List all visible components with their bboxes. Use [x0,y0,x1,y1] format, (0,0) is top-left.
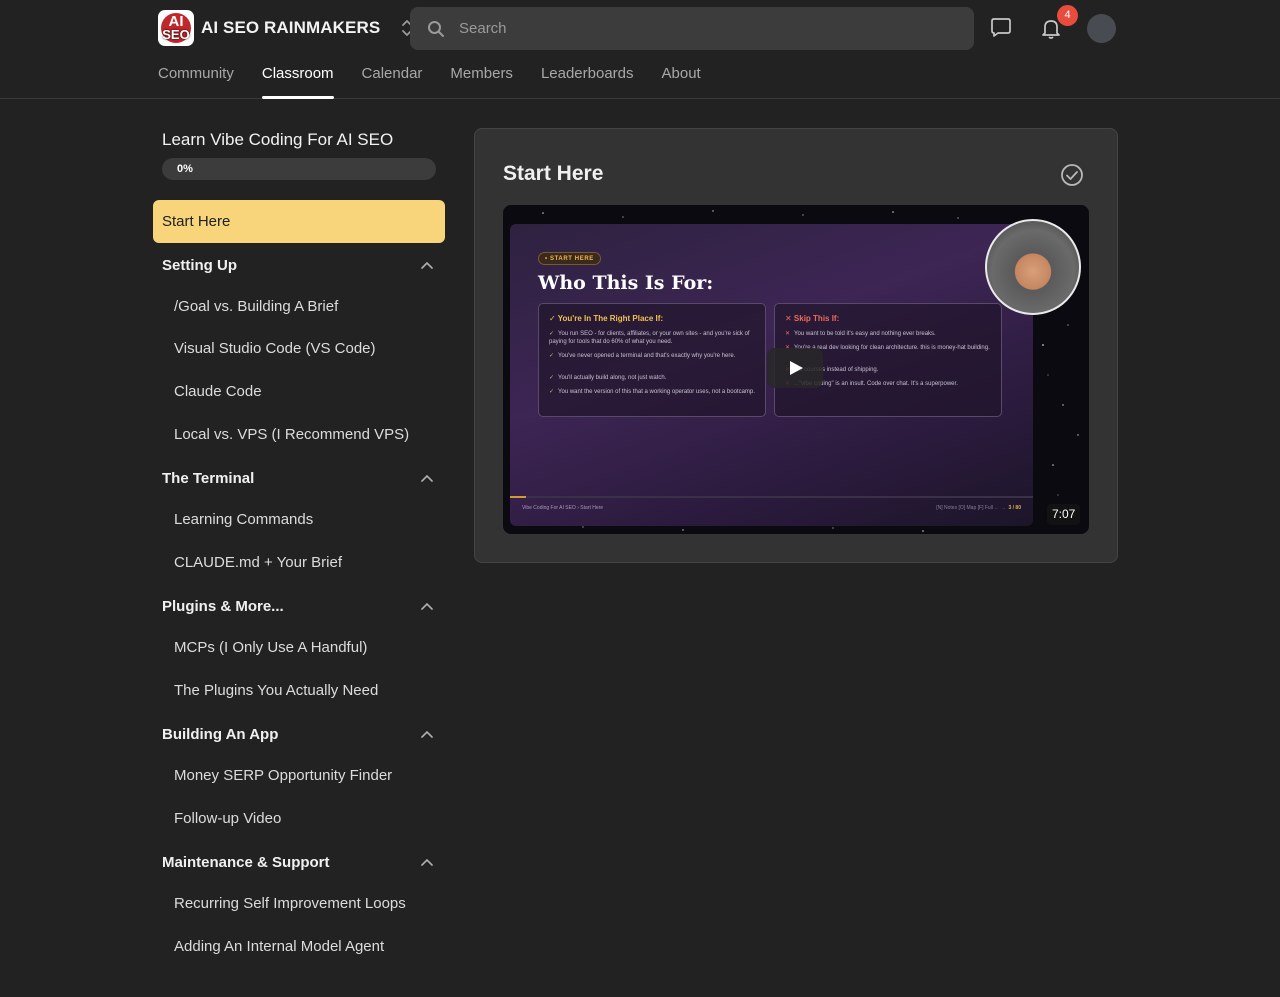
lesson-item[interactable]: Learning Commands [174,509,313,531]
presenter-webcam-bubble [985,219,1081,315]
slide-footer-breadcrumb: Vibe Coding For AI SEO › Start Here [522,505,604,511]
section-header-maintenance[interactable]: Maintenance & Support [162,850,437,874]
lesson-item[interactable]: CLAUDE.md + Your Brief [174,552,342,574]
slide-footer-controls: [N] Notes [O] Map [F] Full ← → 3 / 80 [936,505,1021,511]
tab-leaderboards[interactable]: Leaderboards [541,62,634,99]
slide-progress-track [510,496,1033,498]
slide-section-pill: • START HERE [538,252,601,265]
lesson-item[interactable]: MCPs (I Only Use A Handful) [174,637,367,659]
lesson-item[interactable]: Local vs. VPS (I Recommend VPS) [174,424,409,446]
course-progress-label: 0% [177,163,193,175]
community-name[interactable]: AI SEO RAINMAKERS [201,18,380,38]
section-title: Setting Up [162,256,237,274]
lesson-card: Start Here • START HERE Who This Is For:… [474,128,1118,563]
slide-box-title: ✕ Skip This If: [785,314,840,323]
video-duration: 7:07 [1047,504,1081,525]
logo-text-bottom: SEO [162,27,190,42]
chat-icon[interactable] [989,16,1013,40]
course-progress-bar: 0% [162,158,436,180]
tab-community[interactable]: Community [158,62,234,99]
lesson-item[interactable]: The Plugins You Actually Need [174,680,378,702]
slide-box-line: ✓ You run SEO - for clients, affiliates, … [549,331,750,345]
slide-heading: Who This Is For: [538,272,714,294]
section-title: Building An App [162,725,279,743]
lesson-item[interactable]: Recurring Self Improvement Loops [174,893,406,915]
video-player[interactable]: • START HERE Who This Is For: ✓ You're I… [503,205,1089,534]
chevron-up-icon[interactable] [421,474,433,482]
community-switcher[interactable]: AI SEO AI SEO RAINMAKERS [158,10,414,46]
check-mark-icon: ✓ [549,353,555,359]
search-icon [428,20,444,37]
check-mark-icon: ✓ [549,389,555,395]
slide-box-line: ✓ You'll actually build along, not just w… [549,375,667,381]
check-mark-icon: ✓ [549,331,555,337]
tab-calendar[interactable]: Calendar [362,62,423,99]
lesson-item[interactable]: Money SERP Opportunity Finder [174,765,392,787]
x-mark-icon: ✕ [785,331,791,337]
section-title: Maintenance & Support [162,853,330,871]
section-title: Plugins & More... [162,597,284,615]
user-avatar[interactable] [1087,14,1116,43]
tab-about[interactable]: About [662,62,701,99]
lesson-item[interactable]: Follow-up Video [174,808,281,830]
slide-box-right-place: ✓ You're In The Right Place If: ✓ You run… [538,303,766,417]
slide-box-line: ✓ You've never opened a terminal and that… [549,353,736,359]
notification-count-badge: 4 [1057,5,1078,26]
tab-members[interactable]: Members [450,62,513,99]
lesson-item-start-here[interactable]: Start Here [153,200,445,243]
chevron-up-icon[interactable] [421,730,433,738]
slide-box-line: ✓ You want the version of this that a wor… [549,389,755,395]
slide-progress-fill [510,496,526,498]
section-title: The Terminal [162,469,255,487]
lesson-item[interactable]: Adding An Internal Model Agent [174,936,384,958]
lesson-item[interactable]: Visual Studio Code (VS Code) [174,338,376,360]
check-mark-icon: ✓ [549,375,555,381]
section-header-the-terminal[interactable]: The Terminal [162,466,437,490]
chevron-up-icon[interactable] [421,261,433,269]
lesson-title: Start Here [503,162,604,185]
lesson-item[interactable]: /Goal vs. Building A Brief [174,296,338,318]
chevron-up-icon[interactable] [421,602,433,610]
search-input[interactable] [459,20,939,37]
chevron-up-icon[interactable] [421,858,433,866]
play-button[interactable] [767,348,823,388]
section-header-building-an-app[interactable]: Building An App [162,722,437,746]
course-title: Learn Vibe Coding For AI SEO [162,130,394,149]
tab-classroom[interactable]: Classroom [261,62,334,99]
community-logo[interactable]: AI SEO [158,10,194,46]
main-nav: Community Classroom Calendar Members Lea… [158,62,729,99]
slide-box-title: ✓ You're In The Right Place If: [549,314,664,323]
lesson-item[interactable]: Claude Code [174,381,262,403]
mark-complete-check-icon[interactable] [1060,163,1084,187]
search-bar[interactable] [410,7,974,50]
top-header: AI SEO AI SEO RAINMAKERS 4 Community Cla… [0,0,1280,99]
slide-box-line: ✕ You want to be told it's easy and nothi… [785,331,936,337]
section-header-setting-up[interactable]: Setting Up [162,253,437,277]
section-header-plugins[interactable]: Plugins & More... [162,594,437,618]
play-icon [790,361,803,375]
